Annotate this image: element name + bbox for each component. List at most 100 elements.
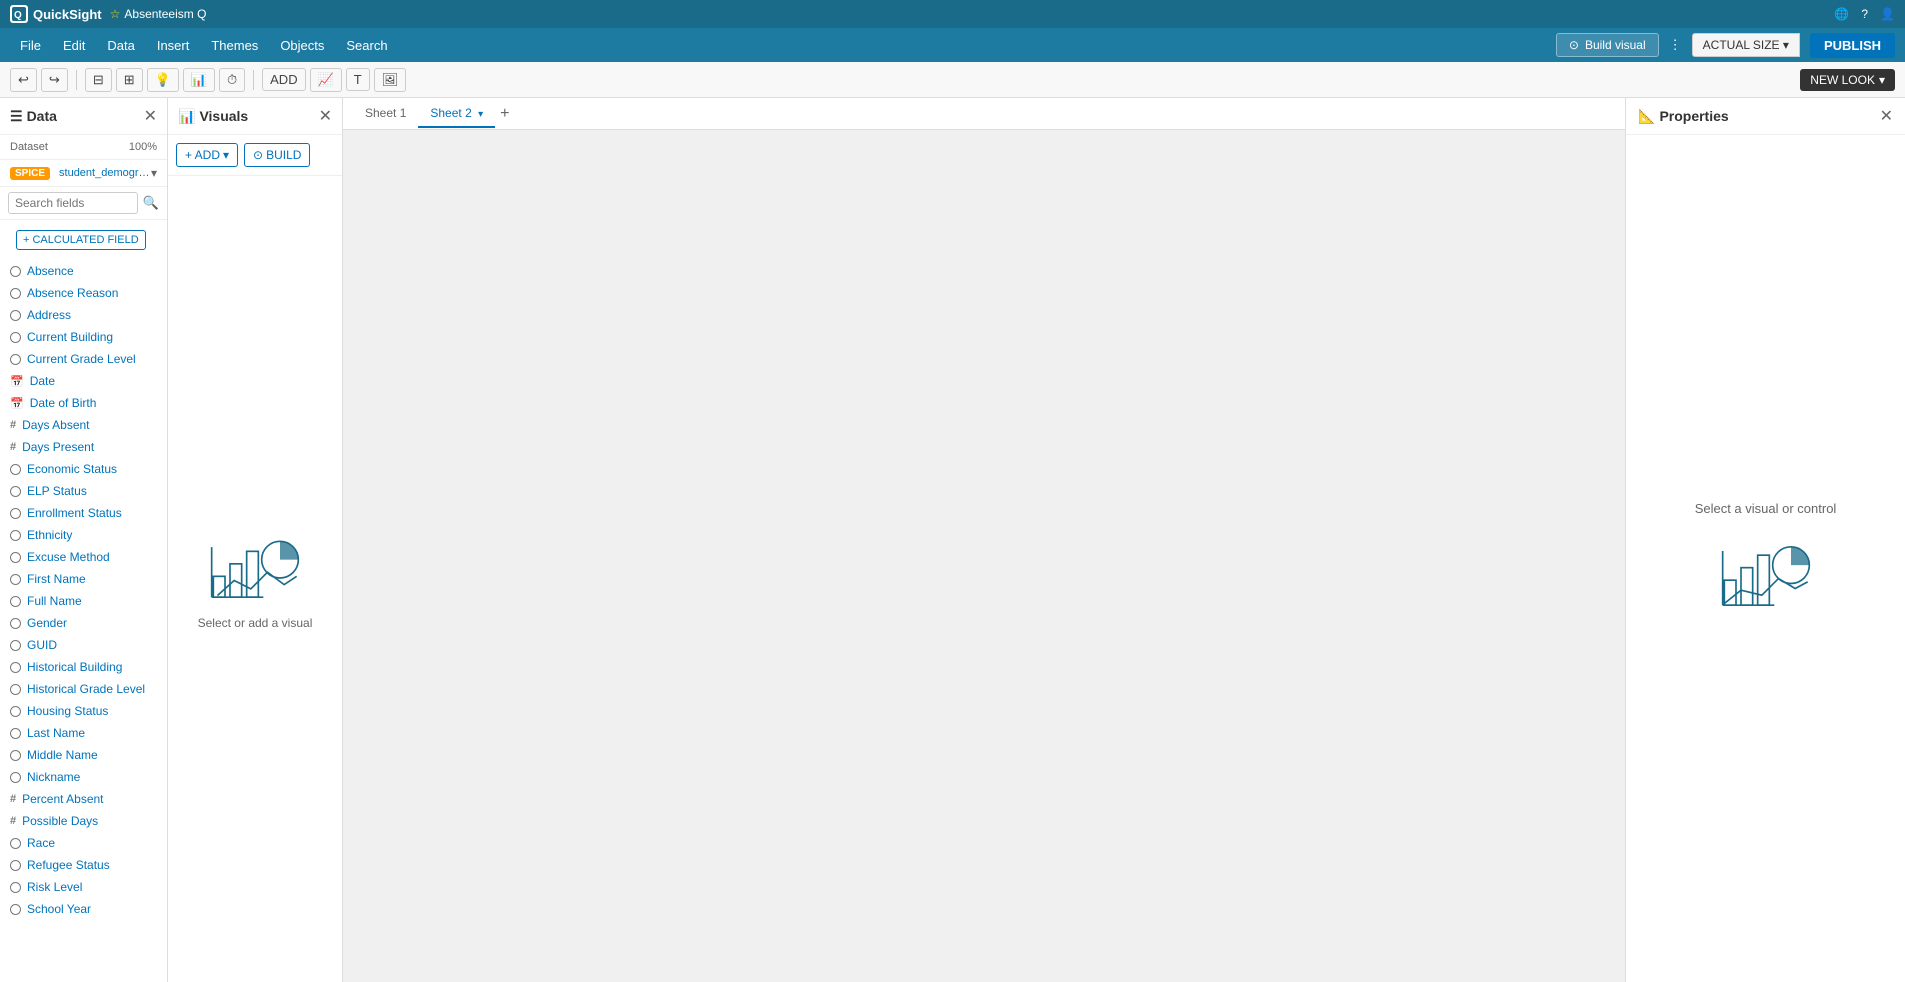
line-chart-icon: 📈: [318, 72, 334, 88]
field-item[interactable]: Nickname: [0, 766, 167, 788]
build-visual-icon: ⊙: [1569, 38, 1579, 52]
data-panel-close[interactable]: ✕: [144, 106, 157, 126]
add-button[interactable]: ADD: [262, 68, 305, 91]
field-item[interactable]: Absence: [0, 260, 167, 282]
field-item[interactable]: 📅Date: [0, 370, 167, 392]
actual-size-chevron: ▾: [1783, 38, 1789, 52]
build-visual-panel-button[interactable]: ⊙ BUILD: [244, 143, 310, 167]
field-item[interactable]: GUID: [0, 634, 167, 656]
field-name: Date of Birth: [30, 396, 97, 410]
field-item[interactable]: Enrollment Status: [0, 502, 167, 524]
globe-icon[interactable]: 🌐: [1834, 7, 1849, 21]
text-button[interactable]: T: [346, 68, 370, 91]
dimension-field-icon: [10, 486, 21, 497]
add-visual-button[interactable]: + ADD ▾: [176, 143, 238, 167]
properties-panel-close[interactable]: ✕: [1880, 106, 1893, 126]
field-name: Current Building: [27, 330, 113, 344]
field-item[interactable]: Excuse Method: [0, 546, 167, 568]
star-icon[interactable]: ☆: [110, 7, 121, 21]
field-name: Historical Building: [27, 660, 122, 674]
field-item[interactable]: 📅Date of Birth: [0, 392, 167, 414]
field-item[interactable]: Historical Grade Level: [0, 678, 167, 700]
add-sheet-button[interactable]: +: [495, 105, 514, 123]
data-panel: ☰ Data ✕ Dataset 100% SPICE student_demo…: [0, 98, 168, 982]
dataset-name: student_demograp...: [59, 167, 151, 179]
image-button[interactable]: 🖼: [374, 68, 407, 92]
field-item[interactable]: #Days Absent: [0, 414, 167, 436]
properties-title-row: 📐 Properties: [1638, 108, 1729, 125]
sheet-tab-2[interactable]: Sheet 2 ▾: [418, 100, 495, 128]
field-item[interactable]: #Percent Absent: [0, 788, 167, 810]
field-item[interactable]: Economic Status: [0, 458, 167, 480]
visuals-panel-close[interactable]: ✕: [319, 106, 332, 126]
field-item[interactable]: Current Grade Level: [0, 348, 167, 370]
help-icon[interactable]: ?: [1861, 7, 1868, 21]
new-look-button[interactable]: NEW LOOK ▾: [1800, 69, 1895, 91]
field-item[interactable]: Current Building: [0, 326, 167, 348]
search-input[interactable]: [8, 192, 138, 214]
field-item[interactable]: #Days Present: [0, 436, 167, 458]
field-item[interactable]: Race: [0, 832, 167, 854]
field-item[interactable]: Gender: [0, 612, 167, 634]
dataset-label: Dataset: [10, 141, 48, 153]
clock-icon: ⏱: [227, 72, 237, 88]
menu-search[interactable]: Search: [336, 34, 397, 57]
dimension-field-icon: [10, 310, 21, 321]
visual-placeholder: Select or add a visual: [168, 176, 342, 982]
field-item[interactable]: Last Name: [0, 722, 167, 744]
field-item[interactable]: Absence Reason: [0, 282, 167, 304]
field-item[interactable]: Housing Status: [0, 700, 167, 722]
field-item[interactable]: First Name: [0, 568, 167, 590]
line-chart-button[interactable]: 📈: [310, 68, 342, 92]
numeric-field-icon: #: [10, 793, 16, 805]
field-item[interactable]: Refugee Status: [0, 854, 167, 876]
field-name: Excuse Method: [27, 550, 110, 564]
field-item[interactable]: Full Name: [0, 590, 167, 612]
filter-button[interactable]: ⊟: [85, 68, 112, 92]
build-visual-button[interactable]: ⊙ Build visual: [1556, 33, 1659, 57]
data-panel-title: Data: [27, 108, 57, 124]
sheet-tab-1-label: Sheet 1: [365, 106, 406, 120]
svg-text:Q: Q: [14, 10, 22, 21]
dimension-field-icon: [10, 640, 21, 651]
clock-button[interactable]: ⏱: [219, 68, 245, 92]
app-name: QuickSight: [33, 7, 102, 22]
field-item[interactable]: Historical Building: [0, 656, 167, 678]
user-icon[interactable]: 👤: [1880, 7, 1895, 21]
menu-objects[interactable]: Objects: [270, 34, 334, 57]
more-options-icon[interactable]: ⋮: [1669, 37, 1682, 53]
numeric-field-icon: #: [10, 441, 16, 453]
menu-edit[interactable]: Edit: [53, 34, 95, 57]
actual-size-button[interactable]: ACTUAL SIZE ▾: [1692, 33, 1800, 57]
field-item[interactable]: ELP Status: [0, 480, 167, 502]
toolbar: ↩ ↪ ⊟ ⊞ 💡 📊 ⏱ ADD 📈 T 🖼: [0, 62, 1905, 98]
field-item[interactable]: Address: [0, 304, 167, 326]
menu-file[interactable]: File: [10, 34, 51, 57]
fields-list: AbsenceAbsence ReasonAddress Current Buil…: [0, 260, 167, 982]
field-name: Ethnicity: [27, 528, 72, 542]
calculated-field-button[interactable]: + CALCULATED FIELD: [16, 230, 146, 250]
dataset-chevron: ▾: [151, 166, 157, 180]
redo-button[interactable]: ↪: [41, 68, 68, 92]
field-item[interactable]: Risk Level: [0, 876, 167, 898]
menu-data[interactable]: Data: [97, 34, 144, 57]
publish-button[interactable]: PUBLISH: [1810, 33, 1895, 58]
menu-insert[interactable]: Insert: [147, 34, 200, 57]
field-item[interactable]: Middle Name: [0, 744, 167, 766]
dataset-name-row[interactable]: SPICE student_demograp... ▾: [0, 160, 167, 187]
sheet-tab-chevron[interactable]: ▾: [478, 109, 483, 120]
menu-themes[interactable]: Themes: [201, 34, 268, 57]
field-item[interactable]: #Possible Days: [0, 810, 167, 832]
numeric-field-icon: #: [10, 815, 16, 827]
field-item[interactable]: Ethnicity: [0, 524, 167, 546]
insights-button[interactable]: 💡: [147, 68, 179, 92]
field-name: Current Grade Level: [27, 352, 136, 366]
undo-button[interactable]: ↩: [10, 68, 37, 92]
field-name: Last Name: [27, 726, 85, 740]
menu-bar-right: ⊙ Build visual ⋮ ACTUAL SIZE ▾ PUBLISH: [1556, 33, 1895, 58]
layout-button[interactable]: ⊞: [116, 68, 143, 92]
field-item[interactable]: School Year: [0, 898, 167, 920]
sheet-tab-1[interactable]: Sheet 1: [353, 100, 418, 128]
visuals-title-row: 📊 Visuals: [178, 108, 248, 125]
chart-type-button[interactable]: 📊: [183, 68, 215, 92]
